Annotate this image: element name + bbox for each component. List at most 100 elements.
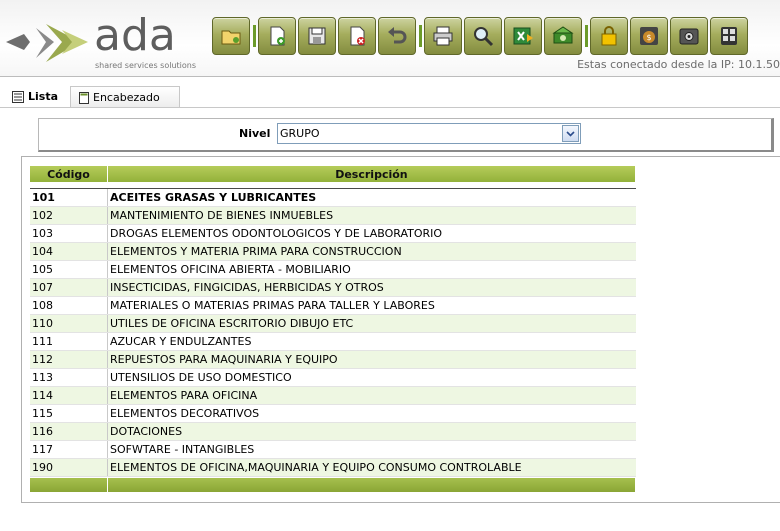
grid-header: Código Descripción — [30, 166, 636, 182]
ada-logo: ada shared services solutions — [6, 8, 206, 72]
nivel-select[interactable]: GRUPO — [277, 123, 581, 144]
cell-codigo: 112 — [30, 351, 108, 368]
table-row[interactable]: 110 UTILES DE OFICINA ESCRITORIO DIBUJO E… — [30, 315, 636, 333]
table-row[interactable]: 105 ELEMENTOS OFICINA ABIERTA - MOBILIARI… — [30, 261, 636, 279]
cell-codigo: 110 — [30, 315, 108, 332]
grid-body: 101 ACEITES GRASAS Y LUBRICANTES 102 MANTEN… — [30, 188, 636, 477]
logo-arrows-icon — [6, 24, 88, 62]
cell-descripcion: SOFWTARE - INTANGIBLES — [110, 443, 255, 456]
money-button[interactable] — [544, 17, 582, 55]
calculator-icon — [721, 27, 737, 45]
delete-icon — [350, 26, 365, 46]
table-row[interactable]: 107 INSECTICIDAS, FINGICIDAS, HERBICIDAS … — [30, 279, 636, 297]
column-header-descripcion[interactable]: Descripción — [107, 166, 636, 182]
table-row[interactable]: 112 REPUESTOS PARA MAQUINARIA Y EQUIPO — [30, 351, 636, 369]
cell-descripcion: REPUESTOS PARA MAQUINARIA Y EQUIPO — [110, 353, 338, 366]
cell-descripcion: ELEMENTOS OFICINA ABIERTA - MOBILIARIO — [110, 263, 351, 276]
toolbar-separator — [585, 25, 588, 47]
grid-footer — [30, 478, 636, 492]
new-document-icon — [270, 26, 285, 46]
cell-descripcion: UTILES DE OFICINA ESCRITORIO DIBUJO ETC — [110, 317, 354, 330]
search-button[interactable] — [464, 17, 502, 55]
print-icon — [433, 26, 453, 46]
safe-button[interactable] — [670, 17, 708, 55]
search-icon — [474, 27, 494, 47]
header-doc-icon — [79, 91, 89, 104]
cell-codigo: 113 — [30, 369, 108, 386]
cell-descripcion: MATERIALES O MATERIAS PRIMAS PARA TALLER… — [110, 299, 435, 312]
cell-codigo: 111 — [30, 333, 108, 350]
new-document-button[interactable] — [258, 17, 296, 55]
print-button[interactable] — [424, 17, 462, 55]
table-row[interactable]: 115 ELEMENTOS DECORATIVOS — [30, 405, 636, 423]
cell-codigo: 108 — [30, 297, 108, 314]
excel-export-icon — [513, 27, 533, 45]
undo-button[interactable] — [378, 17, 416, 55]
logo-wordmark: ada — [94, 10, 176, 61]
delete-button[interactable] — [338, 17, 376, 55]
cell-descripcion: ACEITES GRASAS Y LUBRICANTES — [110, 191, 317, 204]
cell-descripcion: DOTACIONES — [110, 425, 183, 438]
open-folder-icon — [221, 30, 241, 45]
toolbar-separator — [419, 25, 422, 47]
cell-descripcion: AZUCAR Y ENDULZANTES — [110, 335, 252, 348]
cell-codigo: 104 — [30, 243, 108, 260]
cell-descripcion: ELEMENTOS DECORATIVOS — [110, 407, 260, 420]
cell-codigo: 116 — [30, 423, 108, 440]
cell-codigo: 115 — [30, 405, 108, 422]
column-header-codigo[interactable]: Código — [30, 166, 108, 182]
tab-encabezado[interactable]: Encabezado — [70, 86, 180, 108]
cell-codigo: 105 — [30, 261, 108, 278]
lock-icon — [601, 26, 617, 46]
toolbar-separator — [253, 25, 256, 47]
logo-tagline: shared services solutions — [95, 61, 197, 70]
tab-encabezado-label: Encabezado — [93, 91, 160, 104]
cell-codigo: 102 — [30, 207, 108, 224]
cell-codigo: 190 — [30, 459, 108, 476]
money-bag-button[interactable]: $ — [630, 17, 668, 55]
excel-export-button[interactable] — [504, 17, 542, 55]
table-row[interactable]: 117 SOFWTARE - INTANGIBLES — [30, 441, 636, 459]
table-row[interactable]: 116 DOTACIONES — [30, 423, 636, 441]
tab-lista[interactable]: Lista — [4, 86, 67, 107]
save-button[interactable] — [298, 17, 336, 55]
table-row[interactable]: 190 ELEMENTOS DE OFICINA,MAQUINARIA Y EQU… — [30, 459, 636, 477]
cell-codigo: 103 — [30, 225, 108, 242]
cell-descripcion: ELEMENTOS DE OFICINA,MAQUINARIA Y EQUIPO… — [110, 461, 522, 474]
tab-lista-label: Lista — [28, 90, 59, 103]
table-row[interactable]: 114 ELEMENTOS PARA OFICINA — [30, 387, 636, 405]
table-row[interactable]: 103 DROGAS ELEMENTOS ODONTOLOGICOS Y DE L… — [30, 225, 636, 243]
undo-icon — [388, 27, 407, 44]
table-row[interactable]: 101 ACEITES GRASAS Y LUBRICANTES — [30, 188, 636, 207]
lock-button[interactable] — [590, 17, 628, 55]
cell-codigo: 107 — [30, 279, 108, 296]
cell-descripcion: ELEMENTOS PARA OFICINA — [110, 389, 258, 402]
cell-descripcion: MANTENIMIENTO DE BIENES INMUEBLES — [110, 209, 334, 222]
save-icon — [308, 27, 326, 45]
cell-descripcion: DROGAS ELEMENTOS ODONTOLOGICOS Y DE LABO… — [110, 227, 443, 240]
table-row[interactable]: 108 MATERIALES O MATERIAS PRIMAS PARA TAL… — [30, 297, 636, 315]
nivel-label: Nivel — [239, 127, 271, 140]
nivel-filter-panel: Nivel GRUPO — [38, 118, 774, 152]
cell-descripcion: UTENSILIOS DE USO DOMESTICO — [110, 371, 292, 384]
footer-cell-descripcion — [107, 478, 636, 492]
chevron-down-icon[interactable] — [562, 125, 579, 142]
data-grid: Código Descripción 101 ACEITES GRASAS Y L… — [21, 156, 780, 503]
connection-ip-label: Estas conectado desde la IP: 10.1.50 — [577, 58, 780, 71]
money-icon — [552, 26, 574, 44]
cell-codigo: 114 — [30, 387, 108, 404]
cell-descripcion: INSECTICIDAS, FINGICIDAS, HERBICIDAS Y O… — [110, 281, 384, 294]
open-folder-button[interactable] — [212, 17, 250, 55]
nivel-selected-value: GRUPO — [280, 127, 320, 140]
cell-descripcion: ELEMENTOS Y MATERIA PRIMA PARA CONSTRUCC… — [110, 245, 402, 258]
calculator-button[interactable] — [710, 17, 748, 55]
list-icon — [12, 90, 24, 103]
safe-icon — [679, 28, 699, 45]
table-row[interactable]: 104 ELEMENTOS Y MATERIA PRIMA PARA CONSTR… — [30, 243, 636, 261]
tab-strip: Lista Encabezado — [0, 86, 780, 108]
tab-divider — [0, 107, 780, 108]
table-row[interactable]: 111 AZUCAR Y ENDULZANTES — [30, 333, 636, 351]
table-row[interactable]: 102 MANTENIMIENTO DE BIENES INMUEBLES — [30, 207, 636, 225]
app-header: ada shared services solutions $ Estas co… — [0, 0, 780, 77]
table-row[interactable]: 113 UTENSILIOS DE USO DOMESTICO — [30, 369, 636, 387]
